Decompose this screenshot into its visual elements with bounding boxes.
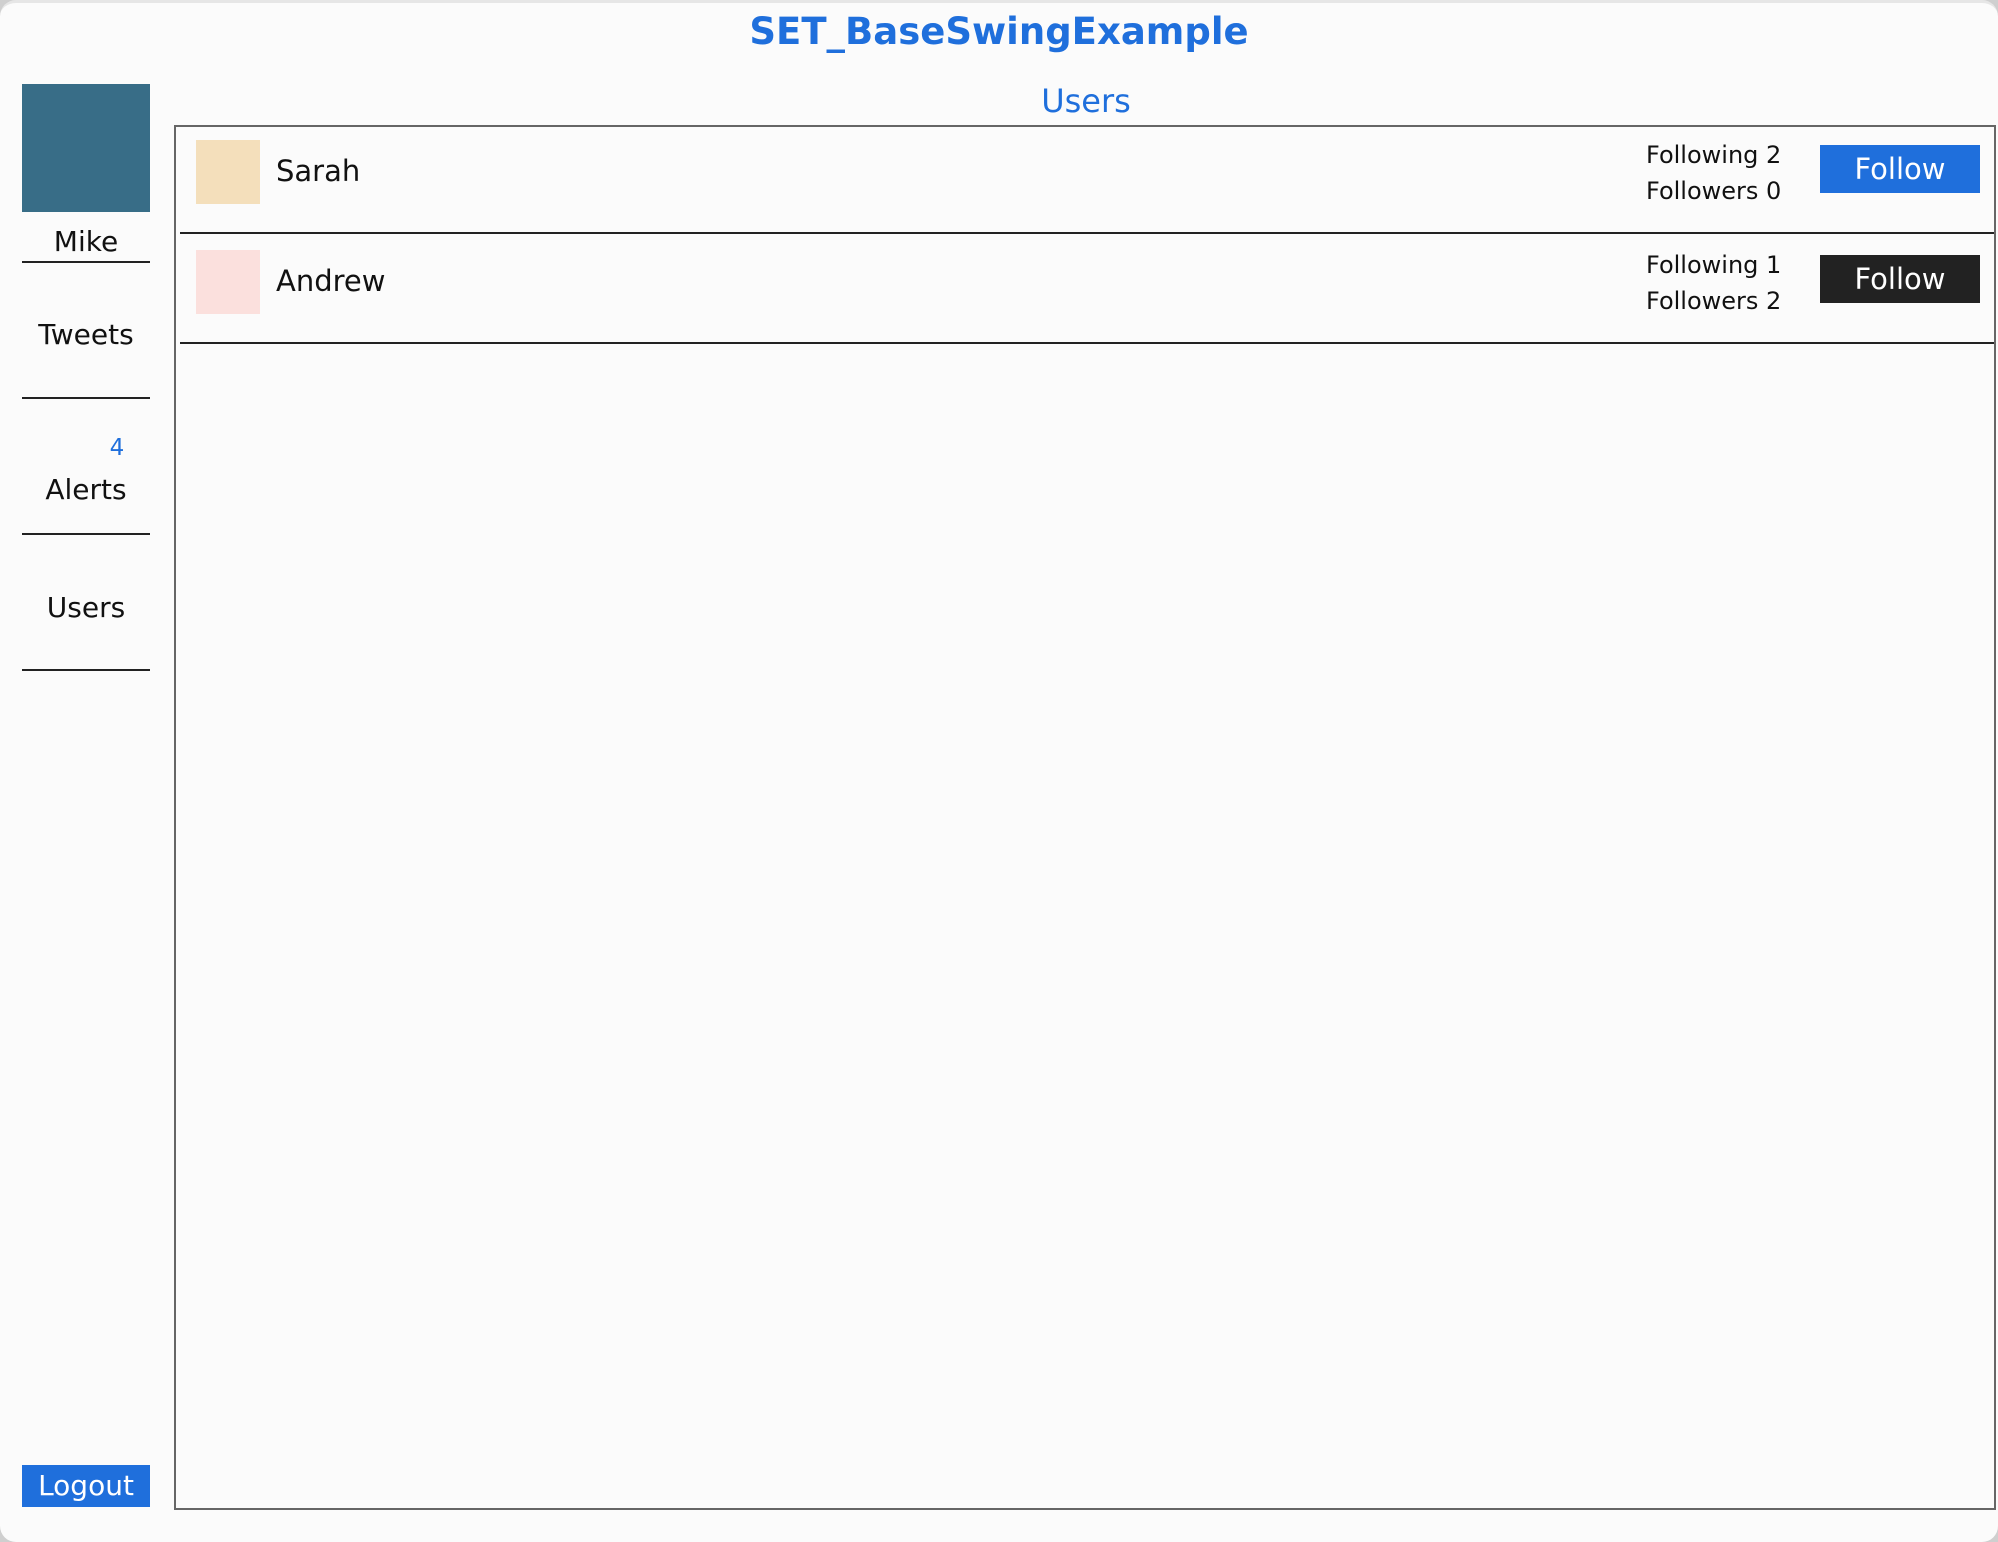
app-title: SET_BaseSwingExample [749, 10, 1249, 53]
user-row-andrew: Andrew Following 1 Followers 2 Follow [180, 237, 1994, 344]
user-avatar[interactable] [196, 140, 260, 204]
user-stats: Following 1 Followers 2 [1646, 247, 1781, 319]
followers-count: Followers 0 [1646, 177, 1782, 205]
user-name: Andrew [276, 264, 386, 298]
follow-button[interactable]: Follow [1820, 145, 1980, 193]
sidebar-divider [22, 669, 150, 671]
sidebar-divider [22, 397, 150, 399]
sidebar-divider [22, 261, 150, 263]
follow-button[interactable]: Follow [1820, 255, 1980, 303]
current-user-name: Mike [53, 225, 119, 258]
following-count: Following 2 [1646, 141, 1782, 169]
alerts-count-badge: 4 [109, 435, 125, 461]
sidebar-item-alerts[interactable]: Alerts [22, 470, 150, 510]
app-window: SET_BaseSwingExample Mike Tweets 4 Alert… [0, 0, 1998, 1542]
following-count: Following 1 [1646, 251, 1782, 279]
sidebar-item-tweets[interactable]: Tweets [22, 315, 150, 355]
followers-count: Followers 2 [1646, 287, 1782, 315]
user-row-sarah: Sarah Following 2 Followers 0 Follow [180, 127, 1994, 234]
sidebar-divider [22, 533, 150, 535]
user-avatar[interactable] [196, 250, 260, 314]
sidebar-item-users[interactable]: Users [22, 588, 150, 628]
logout-button[interactable]: Logout [22, 1465, 150, 1507]
user-stats: Following 2 Followers 0 [1646, 137, 1781, 209]
user-name: Sarah [276, 154, 361, 188]
users-list-panel: Sarah Following 2 Followers 0 Follow And… [174, 125, 1996, 1510]
current-user-avatar[interactable] [22, 84, 150, 212]
page-title: Users [1041, 82, 1131, 120]
